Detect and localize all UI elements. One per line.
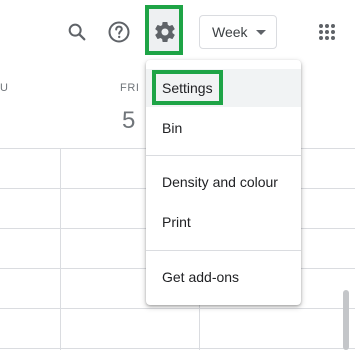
day-name-fri: FRI [120,82,140,94]
menu-divider [146,155,301,156]
menu-item-label: Print [162,214,191,230]
day-header-partial: U [0,82,9,94]
menu-item-print[interactable]: Print [146,203,301,241]
search-icon [68,23,86,41]
settings-item-highlight [152,70,223,105]
menu-item-get-add-ons[interactable]: Get add-ons [146,258,301,296]
settings-button[interactable] [149,16,181,48]
view-select-value: Week [212,24,248,40]
hour-line [0,308,355,309]
day-column-divider [60,148,61,350]
day-number-fri[interactable]: 5 [122,107,135,135]
menu-item-label: Bin [162,120,183,136]
view-select[interactable]: Week [199,15,277,49]
menu-item-bin[interactable]: Bin [146,109,301,147]
menu-item-density-colour[interactable]: Density and colour [146,163,301,201]
apps-button[interactable] [311,16,343,48]
chevron-down-icon [256,30,266,35]
menu-item-label: Get add-ons [162,269,240,285]
help-icon [108,21,130,43]
scrollbar-thumb[interactable] [343,290,349,350]
help-button[interactable] [103,16,135,48]
menu-divider [146,250,301,251]
gear-icon [155,22,175,43]
search-button[interactable] [61,16,93,48]
menu-item-label: Density and colour [162,174,278,190]
apps-grid-icon [319,24,335,40]
settings-menu: Settings Bin Density and colour Print Ge… [146,60,301,305]
hour-line [0,348,355,349]
